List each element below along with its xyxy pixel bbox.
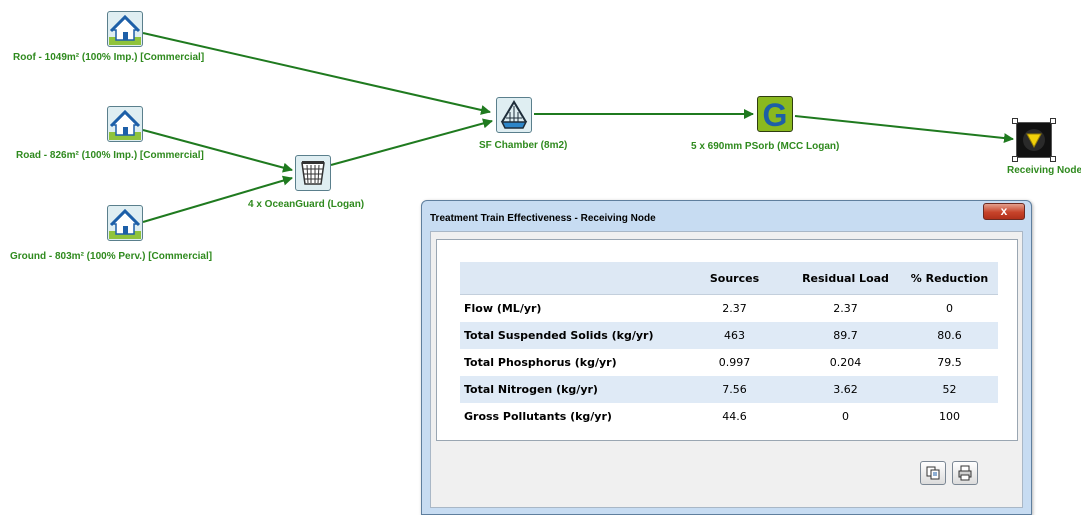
column-header-sources: Sources	[679, 262, 790, 295]
receiving-node-label: Receiving Node	[1007, 165, 1081, 176]
row-label: Gross Pollutants (kg/yr)	[464, 410, 612, 423]
residual-cell: 3.62	[790, 376, 901, 403]
gpt-basket-icon	[301, 161, 325, 185]
receiving-node-icon	[1023, 129, 1045, 151]
residual-cell: 0.204	[829, 356, 862, 369]
link-roof-sfchamber[interactable]	[142, 32, 491, 115]
column-header-reduction: % Reduction	[901, 262, 998, 295]
reduction-cell: 100	[939, 410, 960, 423]
generic-treatment-g-icon: G	[763, 97, 788, 131]
residual-cell: 0	[842, 410, 849, 423]
psorb-label: 5 x 690mm PSorb (MCC Logan)	[691, 141, 840, 152]
selection-handle[interactable]	[1050, 156, 1056, 162]
ground-label: Ground - 803m² (100% Perv.) [Commercial]	[10, 251, 213, 262]
selection-handle[interactable]	[1012, 118, 1018, 124]
reduction-cell: 79.5	[937, 356, 962, 369]
copy-icon	[926, 466, 940, 480]
sources-cell: 7.56	[679, 376, 790, 403]
reduction-cell: 80.6	[901, 322, 998, 349]
link-oceanguard-sfchamber[interactable]	[330, 118, 493, 166]
residual-cell: 89.7	[790, 322, 901, 349]
roof-label: Roof - 1049m² (100% Imp.) [Commercial]	[13, 52, 205, 63]
oceanguard-label: 4 x OceanGuard (Logan)	[248, 199, 365, 210]
dialog-title: Treatment Train Effectiveness - Receivin…	[430, 213, 656, 224]
table-row: Total Nitrogen (kg/yr) 7.56 3.62 52	[460, 376, 998, 403]
roof-node[interactable]	[107, 11, 143, 47]
link-psorb-receiving[interactable]	[794, 115, 1014, 144]
sf-chamber-node[interactable]	[496, 97, 532, 133]
road-label: Road - 826m² (100% Imp.) [Commercial]	[16, 150, 204, 161]
residual-cell: 2.37	[833, 302, 858, 315]
treatment-train-dialog[interactable]: Treatment Train Effectiveness - Receivin…	[421, 200, 1032, 515]
receiving-node[interactable]	[1016, 122, 1052, 158]
row-label: Flow (ML/yr)	[464, 302, 542, 315]
table-header-row: Sources Residual Load % Reduction	[460, 262, 998, 295]
column-header-name	[460, 262, 679, 295]
psorb-node[interactable]: G	[757, 96, 793, 132]
column-header-residual: Residual Load	[790, 262, 901, 295]
row-label: Total Phosphorus (kg/yr)	[464, 356, 617, 369]
selection-handle[interactable]	[1012, 156, 1018, 162]
row-label: Total Nitrogen (kg/yr)	[460, 376, 679, 403]
oceanguard-node[interactable]	[295, 155, 331, 191]
house-icon	[109, 109, 141, 140]
sources-cell: 463	[679, 322, 790, 349]
house-icon	[109, 14, 141, 45]
dialog-body: Sources Residual Load % Reduction Flow (…	[430, 231, 1023, 508]
row-label: Total Suspended Solids (kg/yr)	[460, 322, 679, 349]
table-row: Gross Pollutants (kg/yr) 44.6 0 100	[460, 403, 998, 430]
copy-button[interactable]	[920, 461, 946, 485]
results-table: Sources Residual Load % Reduction Flow (…	[460, 262, 998, 430]
sf-chamber-label: SF Chamber (8m2)	[479, 140, 568, 151]
results-table-frame: Sources Residual Load % Reduction Flow (…	[436, 239, 1018, 441]
selection-handle[interactable]	[1050, 118, 1056, 124]
sources-cell: 2.37	[722, 302, 747, 315]
table-row: Total Suspended Solids (kg/yr) 463 89.7 …	[460, 322, 998, 349]
dialog-titlebar[interactable]: Treatment Train Effectiveness - Receivin…	[422, 201, 1031, 231]
close-button[interactable]: x	[983, 203, 1025, 220]
reduction-cell: 0	[946, 302, 953, 315]
ground-node[interactable]	[107, 205, 143, 241]
svg-text:G: G	[763, 97, 788, 131]
print-button[interactable]	[952, 461, 978, 485]
filter-chamber-icon	[500, 100, 528, 129]
print-icon	[958, 465, 972, 481]
table-row: Flow (ML/yr) 2.37 2.37 0	[460, 295, 998, 323]
sources-cell: 0.997	[718, 356, 751, 369]
table-row: Total Phosphorus (kg/yr) 0.997 0.204 79.…	[460, 349, 998, 376]
road-node[interactable]	[107, 106, 143, 142]
reduction-cell: 52	[901, 376, 998, 403]
house-icon	[109, 208, 141, 239]
sources-cell: 44.6	[722, 410, 747, 423]
